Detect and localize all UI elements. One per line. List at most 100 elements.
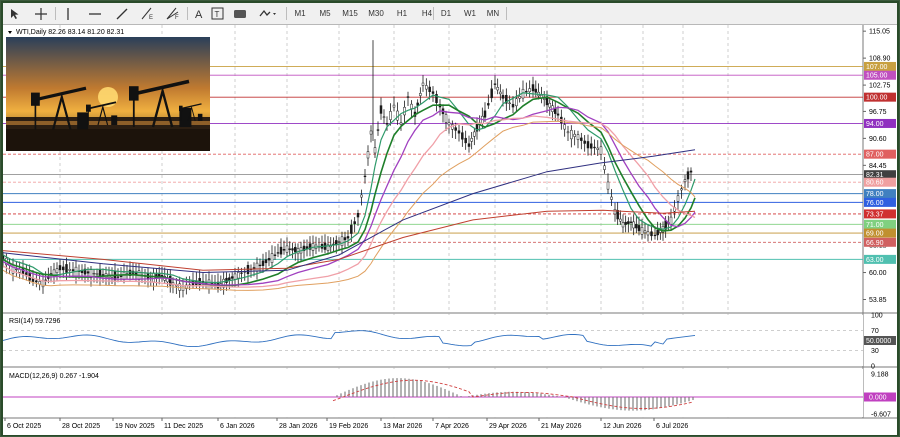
timeframe-mn-button[interactable]: MN: [482, 6, 504, 21]
timeframe-m15-button[interactable]: M15: [339, 6, 361, 21]
candle-body: [508, 102, 511, 104]
timeframe-m5-button[interactable]: M5: [314, 6, 336, 21]
timeframe-m1-button[interactable]: M1: [289, 6, 311, 21]
date-axis-label: 6 Oct 2025: [7, 423, 41, 430]
candle-body: [282, 249, 286, 251]
candle-body: [646, 231, 650, 236]
candle-body: [627, 221, 630, 224]
chart-area[interactable]: 115.05 108.90 102.75 96.75 90.60 84.45 60.00 53…: [1, 25, 897, 435]
candle-body: [501, 95, 505, 99]
candle-body: [31, 278, 35, 282]
candle-body: [493, 83, 497, 85]
candle-body: [276, 252, 280, 254]
candle-body: [95, 273, 99, 275]
level-price-label: 78.00: [866, 191, 884, 198]
level-price-label: 66.90: [866, 240, 884, 247]
timeframe-h1-button[interactable]: H1: [391, 6, 413, 21]
candle-body: [590, 143, 593, 149]
candle-body: [676, 195, 680, 202]
level-price-label: 107.00: [866, 64, 888, 71]
svg-text:T: T: [214, 10, 219, 19]
candle-body: [343, 237, 347, 241]
timeframe-m30-button[interactable]: M30: [365, 6, 387, 21]
candle-body: [483, 110, 487, 118]
candle-body: [464, 137, 467, 144]
candle-body: [267, 258, 271, 261]
candle-body: [447, 122, 451, 126]
candle-body: [680, 188, 683, 191]
vertical-line-icon[interactable]: [60, 6, 76, 21]
candle-body: [632, 221, 635, 229]
candle-body: [419, 93, 422, 96]
text-icon[interactable]: A: [191, 6, 207, 21]
candle-body: [511, 103, 515, 108]
candle-body: [461, 132, 464, 140]
candle-body: [385, 123, 389, 125]
candle-body: [606, 181, 610, 190]
candle-body: [346, 236, 350, 239]
candle-body: [534, 88, 538, 93]
candle-body: [542, 98, 546, 100]
rectangle-icon[interactable]: [232, 6, 248, 21]
candle-body: [457, 130, 461, 134]
trendline-icon[interactable]: [114, 6, 130, 21]
candle-body: [431, 91, 435, 94]
date-axis-label: 13 Mar 2026: [383, 423, 422, 430]
candle-body: [55, 268, 59, 273]
fibonacci-fan-icon[interactable]: F: [165, 6, 181, 21]
candle-body: [285, 245, 289, 253]
candle-body: [528, 88, 531, 92]
candle-body: [101, 274, 105, 276]
candle-body: [86, 271, 90, 274]
candle-body: [425, 85, 428, 90]
level-price-label: 63.00: [866, 257, 884, 264]
fibonacci-icon[interactable]: E: [140, 6, 156, 21]
candle-body: [580, 137, 583, 141]
rsi-panel-bg: [3, 315, 863, 366]
price-axis-label: 60.00: [869, 270, 887, 277]
candle-body: [531, 84, 535, 92]
candle-body: [610, 196, 613, 200]
rsi-axis-label: 100: [871, 313, 883, 320]
candle-body: [291, 248, 294, 251]
candle-body: [593, 146, 596, 149]
candle-body: [586, 141, 590, 149]
price-axis-label: 102.75: [869, 83, 891, 90]
svg-text:A: A: [195, 9, 203, 20]
candle-body: [596, 147, 599, 150]
label-icon[interactable]: T: [209, 6, 225, 21]
candle-body: [369, 130, 373, 135]
date-axis-label: 6 Jul 2026: [656, 423, 688, 430]
candle-body: [683, 179, 687, 183]
rsi-label: RSI(14) 59.7296: [9, 318, 60, 325]
candle-body: [603, 165, 606, 170]
candle-body: [363, 175, 367, 178]
candle-body: [279, 246, 283, 255]
crosshair-icon[interactable]: [33, 6, 49, 21]
candle-body: [399, 122, 403, 125]
window-frame: E F A T M1 M5 M15 M30 H1 H4 D1 W1 MN 115.05 108.9…: [0, 0, 900, 437]
timeframe-w1-button[interactable]: W1: [459, 6, 481, 21]
candle-body: [656, 230, 659, 236]
candle-body: [621, 222, 625, 228]
candle-body: [599, 146, 603, 155]
date-axis-label: 11 Dec 2025: [164, 423, 203, 430]
timeframe-d1-button[interactable]: D1: [435, 6, 457, 21]
candle-body: [356, 212, 360, 218]
date-axis-label: 19 Nov 2025: [115, 423, 155, 430]
rsi-axis-label: 30: [871, 348, 879, 355]
candle-body: [686, 171, 690, 180]
candle-body: [41, 281, 45, 288]
candle-body: [228, 277, 231, 281]
candle-body: [444, 114, 448, 123]
macd-axis-label: 9.188: [871, 372, 889, 379]
price-chart[interactable]: 115.05 108.90 102.75 96.75 90.60 84.45 60.00 53…: [1, 25, 897, 435]
cursor-icon[interactable]: [7, 6, 23, 21]
rsi-axis-label: 0: [871, 364, 875, 371]
candle-body: [270, 253, 274, 263]
candle-body: [261, 260, 265, 266]
candle-body: [379, 105, 383, 114]
candle-body: [58, 265, 62, 271]
shapes-dropdown-icon[interactable]: [257, 6, 279, 21]
horizontal-line-icon[interactable]: [87, 6, 103, 21]
